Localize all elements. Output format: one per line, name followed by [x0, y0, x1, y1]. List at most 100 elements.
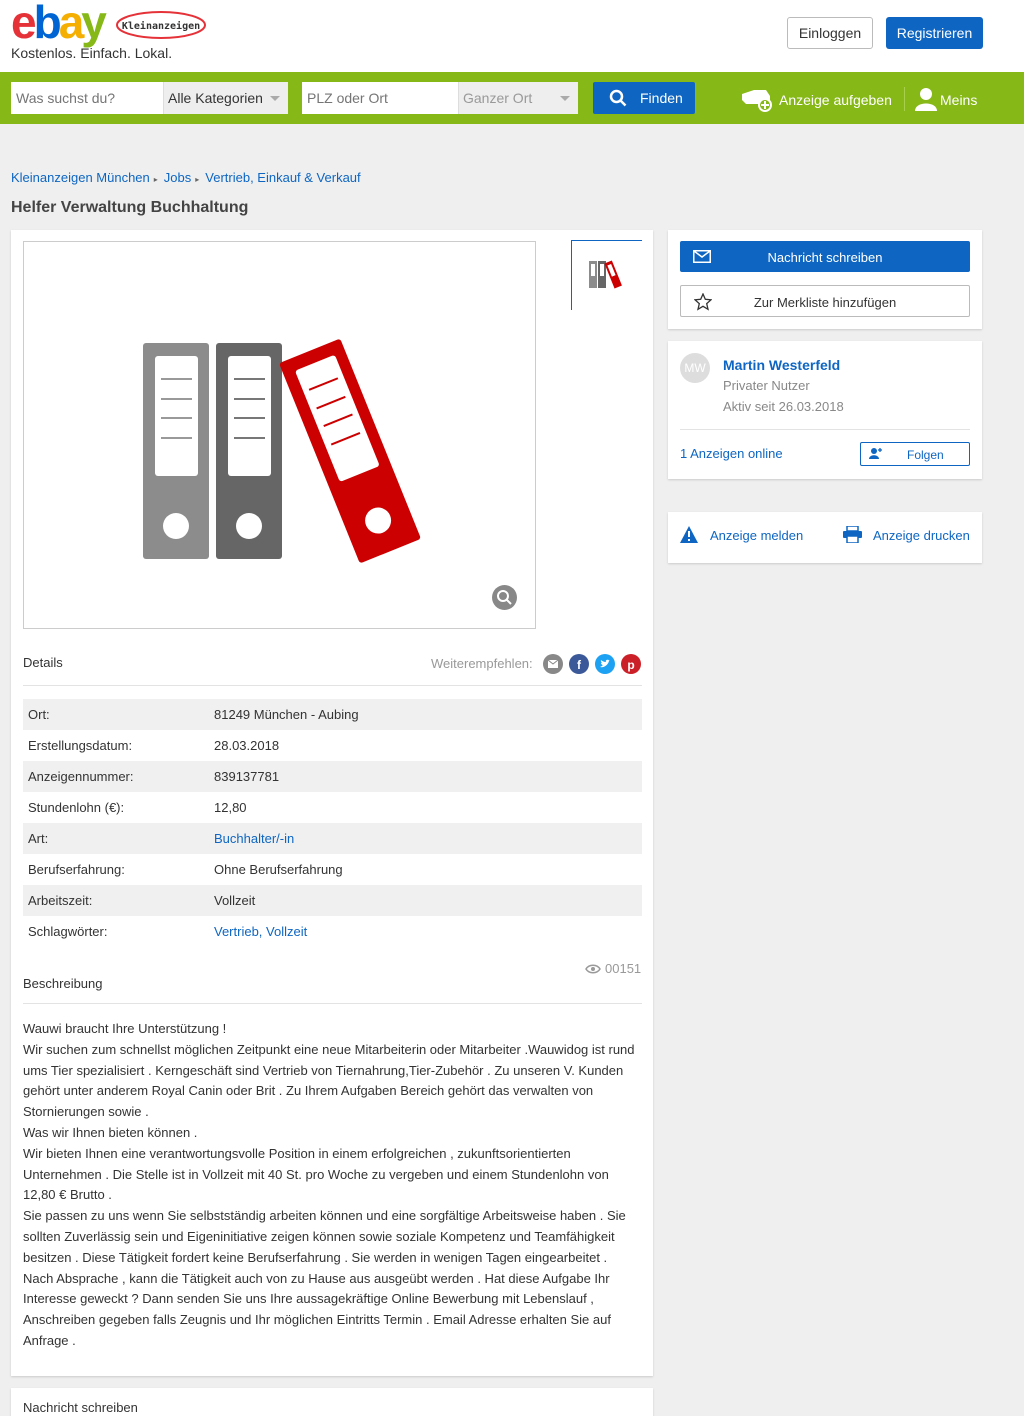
report-ad-label: Anzeige melden: [710, 528, 804, 543]
find-button[interactable]: Finden: [593, 82, 695, 114]
follow-button[interactable]: Folgen: [860, 442, 970, 466]
description-line: besitzen . Diese Tätigkeit fordert keine…: [23, 1249, 608, 1265]
contact-card: Nachricht schreiben: [11, 1388, 653, 1416]
header-divider: [904, 87, 905, 111]
watchlist-label: Zur Merkliste hinzufügen: [753, 295, 897, 310]
detail-value-link[interactable]: Buchhalter/-in: [214, 831, 294, 846]
description-line: Wir suchen zum schnellst möglichen Zeitp…: [23, 1041, 635, 1057]
radius-select[interactable]: Ganzer Ort: [458, 82, 578, 114]
category-select-value: Alle Kategorien: [168, 90, 263, 106]
svg-text:Kleinanzeigen: Kleinanzeigen: [122, 20, 200, 32]
user-icon: [915, 88, 937, 111]
description-line: Wir bieten Ihnen eine verantwortungsvoll…: [23, 1145, 571, 1161]
contact-heading: Nachricht schreiben: [23, 1400, 138, 1415]
detail-value: 28.03.2018: [214, 738, 280, 753]
breadcrumb-item-jobs[interactable]: Jobs: [164, 170, 191, 185]
facebook-icon[interactable]: f: [569, 654, 589, 674]
add-to-watchlist-button[interactable]: Zur Merkliste hinzufügen: [680, 285, 970, 317]
description-line: 12,80 € Brutto .: [23, 1187, 112, 1203]
find-button-label: Finden: [640, 90, 683, 106]
gallery-thumbnail[interactable]: [571, 240, 642, 310]
detail-key: Anzeigennummer:: [28, 769, 134, 784]
location-input[interactable]: [302, 82, 458, 114]
description-line: Wauwi braucht Ihre Unterstützung !: [23, 1021, 227, 1036]
svg-text:f: f: [577, 658, 582, 672]
ad-main-card: Details Weiterempfehlen: f p Ort: 81249 M…: [11, 230, 653, 1376]
detail-value: Ohne Berufserfahrung: [214, 862, 343, 877]
send-message-label: Nachricht schreiben: [767, 250, 883, 265]
zoom-icon[interactable]: [492, 585, 517, 610]
ebay-logo[interactable]: ebay: [11, 0, 107, 45]
seller-ads-link[interactable]: 1 Anzeigen online: [680, 446, 783, 461]
radius-select-value: Ganzer Ort: [463, 90, 533, 106]
search-input[interactable]: [11, 82, 163, 114]
warning-icon: [680, 526, 698, 543]
description-line: Sie passen zu uns wenn Sie selbstständig…: [23, 1208, 626, 1224]
description-line: Was wir Ihnen bieten können .: [23, 1124, 198, 1140]
caret-right-icon: ▸: [153, 175, 158, 184]
report-print-card: Anzeige melden Anzeige drucken: [668, 512, 982, 563]
send-message-button[interactable]: Nachricht schreiben: [680, 241, 970, 272]
category-select[interactable]: Alle Kategorien: [163, 82, 288, 114]
detail-key: Arbeitszeit:: [28, 893, 93, 908]
twitter-icon[interactable]: [595, 654, 615, 674]
description-line: Unternehmen . Die Stelle ist in Vollzeit…: [23, 1166, 609, 1182]
description-divider: [23, 1003, 642, 1004]
description-line: Interesse geweckt ? Dann senden Sie uns …: [23, 1291, 594, 1307]
pinterest-icon[interactable]: p: [621, 654, 641, 674]
details-heading: Details: [23, 655, 63, 670]
details-table: Ort: 81249 München - Aubing Erstellungsda…: [23, 699, 642, 947]
table-row: Anzeigennummer: 839137781: [23, 761, 642, 792]
detail-value: 81249 München - Aubing: [214, 707, 359, 722]
table-row: Berufserfahrung: Ohne Berufserfahrung: [23, 854, 642, 885]
details-divider: [23, 685, 642, 686]
description-line: Anfrage .: [23, 1332, 76, 1348]
description-line: Nach Absprache , kann die Tätigkeit auch…: [23, 1270, 610, 1286]
binders-image: [143, 339, 421, 563]
chevron-down-icon: [270, 96, 280, 101]
avatar[interactable]: MW: [680, 353, 710, 383]
table-row: Ort: 81249 München - Aubing: [23, 699, 642, 730]
description-line: gehört unter anderem Royal Canin oder Br…: [23, 1083, 594, 1099]
detail-key: Stundenlohn (€):: [28, 800, 125, 815]
caret-right-icon: ▸: [195, 175, 200, 184]
table-row: Art: Buchhalter/-in: [23, 823, 642, 854]
description-line: sollten Zuverlässig sein und Eigeninitia…: [23, 1228, 615, 1244]
breadcrumb-item-sales[interactable]: Vertrieb, Einkauf & Verkauf: [205, 170, 360, 185]
post-ad-label: Anzeige aufgeben: [779, 92, 892, 108]
email-share-icon[interactable]: [543, 654, 563, 674]
seller-name[interactable]: Martin Westerfeld: [723, 357, 840, 373]
seller-card: MW Martin Westerfeld Privater Nutzer Akt…: [668, 341, 982, 479]
description-line: ums Tier spezialisiert . Kerngeschäft si…: [23, 1062, 624, 1078]
eye-icon: [585, 964, 601, 974]
detail-key: Ort:: [28, 707, 50, 722]
seller-active-since: Aktiv seit 26.03.2018: [723, 399, 844, 414]
detail-value: Vollzeit: [214, 893, 256, 908]
add-user-icon: [869, 448, 882, 459]
breadcrumb-item-munich[interactable]: Kleinanzeigen München: [11, 170, 150, 185]
detail-key: Berufserfahrung:: [28, 862, 125, 877]
printer-icon: [843, 526, 862, 543]
top-header: ebay Kleinanzeigen Kostenlos. Einfach. L…: [0, 0, 1024, 72]
image-gallery[interactable]: [23, 241, 536, 629]
table-row: Schlagwörter: Vertrieb, Vollzeit: [23, 916, 642, 947]
description-line: Anschreiben gegeben falls Zeugnis und Ih…: [23, 1312, 611, 1328]
register-button[interactable]: Registrieren: [886, 17, 983, 49]
detail-key: Erstellungsdatum:: [28, 738, 133, 753]
detail-key: Art:: [28, 831, 49, 846]
detail-key: Schlagwörter:: [28, 924, 108, 939]
table-row: Arbeitszeit: Vollzeit: [23, 885, 642, 916]
table-row: Erstellungsdatum: 28.03.2018: [23, 730, 642, 761]
page-title: Helfer Verwaltung Buchhaltung: [11, 199, 249, 216]
breadcrumb: Kleinanzeigen München ▸ Jobs ▸ Vertrieb, Ein…: [11, 170, 361, 185]
chevron-down-icon: [560, 96, 570, 101]
post-ad-icon: [742, 90, 772, 112]
svg-text:p: p: [627, 658, 634, 672]
description-line: Stornierungen sowie .: [23, 1104, 149, 1120]
detail-value-link[interactable]: Vertrieb, Vollzeit: [214, 924, 307, 939]
login-button[interactable]: Einloggen: [787, 17, 873, 49]
description-heading: Beschreibung: [23, 976, 103, 991]
tagline: Kostenlos. Einfach. Lokal.: [11, 45, 173, 61]
follow-label: Folgen: [907, 448, 944, 462]
seller-type: Privater Nutzer: [723, 378, 810, 393]
